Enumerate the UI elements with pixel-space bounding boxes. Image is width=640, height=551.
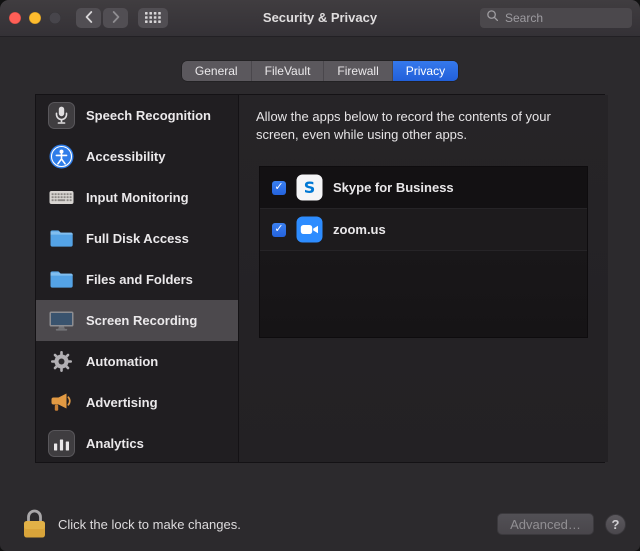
tab-bar: General FileVault Firewall Privacy xyxy=(0,61,640,81)
search-field[interactable] xyxy=(480,8,632,28)
folder-icon xyxy=(48,225,75,252)
detail-panel: Allow the apps below to record the conte… xyxy=(239,95,608,462)
zoom-icon xyxy=(296,216,323,243)
sidebar-item-accessibility[interactable]: Accessibility xyxy=(36,136,238,177)
titlebar: Security & Privacy xyxy=(0,0,640,37)
sidebar-item-input-monitoring[interactable]: Input Monitoring xyxy=(36,177,238,218)
sidebar-item-full-disk-access[interactable]: Full Disk Access xyxy=(36,218,238,259)
show-all-button[interactable] xyxy=(138,8,168,28)
forward-button[interactable] xyxy=(103,8,128,28)
tab-filevault[interactable]: FileVault xyxy=(252,61,325,81)
keyboard-icon xyxy=(48,184,75,211)
lock-icon xyxy=(21,507,48,540)
minimize-button[interactable] xyxy=(29,12,41,24)
sidebar-item-screen-recording[interactable]: Screen Recording xyxy=(36,300,238,341)
grid-icon xyxy=(145,11,161,26)
folder-icon xyxy=(48,266,75,293)
search-icon xyxy=(486,9,499,27)
sidebar-item-files-and-folders[interactable]: Files and Folders xyxy=(36,259,238,300)
close-button[interactable] xyxy=(9,12,21,24)
lock-button[interactable] xyxy=(21,507,48,540)
app-checkbox[interactable] xyxy=(272,222,286,237)
display-icon xyxy=(48,307,75,334)
chevron-left-icon xyxy=(85,10,93,26)
search-input[interactable] xyxy=(503,10,626,26)
tab-control: General FileVault Firewall Privacy xyxy=(181,61,459,81)
zoom-button xyxy=(49,12,61,24)
security-privacy-window: Security & Privacy General FileVault Fir… xyxy=(0,0,640,551)
app-row-zoom-us[interactable]: zoom.us xyxy=(260,209,587,251)
help-button[interactable]: ? xyxy=(605,514,626,535)
accessibility-icon xyxy=(48,143,75,170)
tab-general[interactable]: General xyxy=(182,61,252,81)
apps-list: S Skype for Business zoom.us xyxy=(259,166,588,338)
chevron-right-icon xyxy=(112,10,120,26)
lock-message: Click the lock to make changes. xyxy=(58,517,241,532)
app-checkbox[interactable] xyxy=(272,180,286,195)
app-row-skype-for-business[interactable]: S Skype for Business xyxy=(260,167,587,209)
sidebar-item-automation[interactable]: Automation xyxy=(36,341,238,382)
microphone-icon xyxy=(48,102,75,129)
tab-firewall[interactable]: Firewall xyxy=(324,61,393,81)
analytics-icon xyxy=(48,430,75,457)
back-button[interactable] xyxy=(76,8,101,28)
tab-privacy[interactable]: Privacy xyxy=(392,61,459,81)
advanced-button[interactable]: Advanced… xyxy=(497,513,594,535)
privacy-sidebar: Speech Recognition Accessibility Input M… xyxy=(36,95,239,462)
nav-buttons xyxy=(76,8,128,28)
sidebar-item-speech-recognition[interactable]: Speech Recognition xyxy=(36,95,238,136)
panel-description: Allow the apps below to record the conte… xyxy=(256,109,551,142)
privacy-content: Speech Recognition Accessibility Input M… xyxy=(35,94,608,463)
gear-icon xyxy=(48,348,75,375)
sidebar-item-analytics[interactable]: Analytics xyxy=(36,423,238,462)
svg-text:S: S xyxy=(304,178,316,197)
sidebar-item-advertising[interactable]: Advertising xyxy=(36,382,238,423)
skype-icon: S xyxy=(296,174,323,201)
traffic-lights xyxy=(9,12,61,24)
megaphone-icon xyxy=(48,389,75,416)
